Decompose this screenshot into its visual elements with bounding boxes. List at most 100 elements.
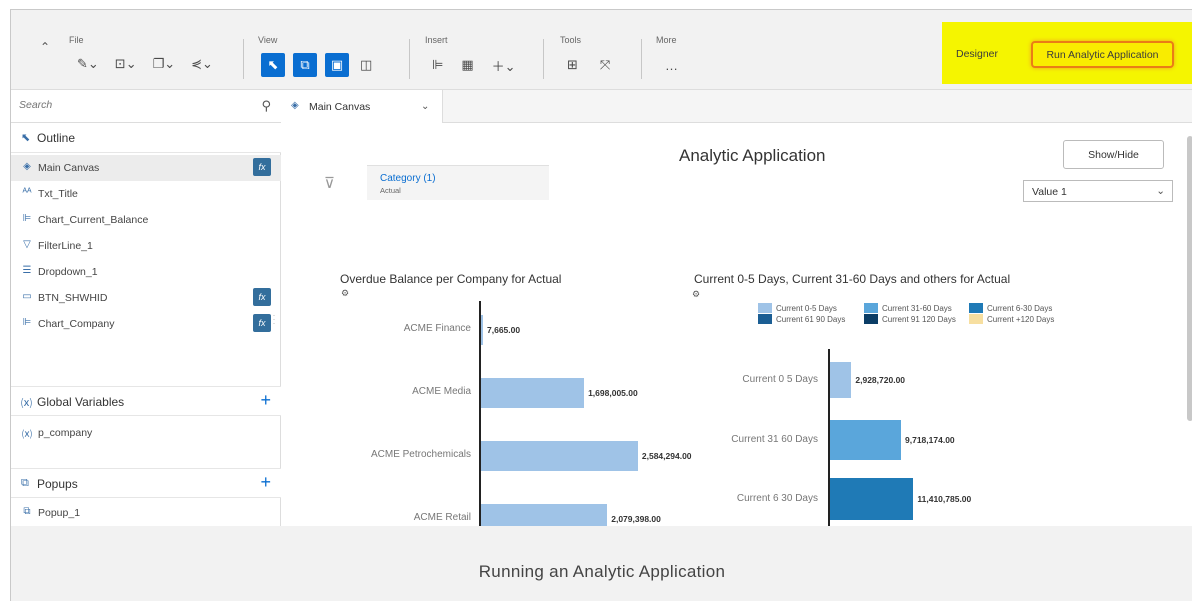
outline-toggle-icon[interactable]: ⬉: [261, 53, 285, 77]
legend-label: Current 91 120 Days: [882, 314, 956, 324]
styling-toggle-icon[interactable]: ⧉: [293, 53, 317, 77]
outline-label: Outline: [37, 131, 76, 145]
category-label: ACME Media: [412, 386, 471, 397]
chart-bar: [481, 378, 585, 408]
legend-item: Current 31-60 Days: [864, 303, 952, 313]
designer-button[interactable]: Designer: [956, 48, 998, 60]
value-dropdown[interactable]: Value 1 ⌄: [1023, 180, 1173, 202]
view-group-label: View: [258, 35, 278, 45]
search-input[interactable]: [19, 99, 239, 111]
tab-label: Main Canvas: [309, 101, 371, 113]
fx-script-icon[interactable]: fx: [253, 288, 271, 306]
global-variables-label: Global Variables: [37, 395, 125, 409]
global-variables-header[interactable]: ⒳ Global Variables +: [11, 386, 281, 416]
legend-swatch: [969, 303, 983, 313]
chart-bar: [481, 441, 638, 471]
popup-icon: ⧉: [21, 477, 29, 489]
button-icon: ▭: [22, 291, 32, 302]
popup-icon: ⧉: [23, 506, 31, 517]
chart-bar: [830, 420, 902, 460]
filter-title: Category (1): [380, 173, 436, 184]
outline-item-label: BTN_SHWHID: [38, 292, 108, 304]
outline-header[interactable]: ⬉ Outline: [11, 123, 281, 153]
chart-icon: ⊫: [22, 317, 32, 328]
divider: [243, 39, 244, 79]
legend-swatch: [864, 303, 878, 313]
outline-item-btn-shwhid[interactable]: ▭ BTN_SHWHID fx: [11, 285, 281, 311]
show-hide-button[interactable]: Show/Hide: [1063, 140, 1164, 169]
tools-icons: ⊞ ⤧: [564, 53, 613, 77]
filter-value: Actual: [380, 186, 401, 195]
tab-main-canvas[interactable]: ◈ Main Canvas ⌄: [281, 90, 443, 123]
outline-item-label: Chart_Current_Balance: [38, 214, 149, 226]
insert-more-icon[interactable]: ＋⌄: [489, 53, 519, 77]
copy-icon[interactable]: ❐⌄: [150, 52, 179, 76]
variable-icon: ⒳: [21, 398, 32, 410]
caption-bar: Running an Analytic Application: [11, 526, 1192, 601]
divider: [543, 39, 544, 79]
calculator-icon[interactable]: ⊞: [564, 53, 581, 77]
legend-swatch: [969, 314, 983, 324]
outline-item-dropdown[interactable]: ☰ Dropdown_1: [11, 259, 281, 285]
share-icon[interactable]: ⋞⌄: [188, 52, 216, 76]
outline-item-txt-title[interactable]: ᴬᴬ Txt_Title: [11, 181, 281, 207]
filter-line-icon[interactable]: ⊽: [324, 174, 335, 192]
insert-chart-icon[interactable]: ⊫: [429, 53, 446, 77]
tools-group-label: Tools: [560, 35, 582, 45]
outline-item-label: Chart_Company: [38, 318, 115, 330]
search-icon[interactable]: ⚲: [261, 98, 271, 114]
data-label: 7,665.00: [487, 325, 521, 335]
legend-label: Current +120 Days: [987, 314, 1055, 324]
chevron-down-icon[interactable]: ⌄: [421, 101, 429, 112]
panel-toggle-icon[interactable]: ▣: [325, 53, 349, 77]
popup-item-popup-1[interactable]: ⧉ Popup_1: [11, 500, 281, 526]
add-popup-icon[interactable]: +: [260, 472, 271, 493]
legend-swatch: [864, 314, 878, 324]
data-label: 2,584,294.00: [641, 451, 692, 461]
legend-swatch: [758, 314, 772, 324]
add-variable-icon[interactable]: +: [260, 390, 271, 411]
data-label: 2,079,398.00: [611, 514, 661, 524]
view-icons: ⬉ ⧉ ▣ ◫: [261, 53, 375, 77]
collapse-caret-icon[interactable]: ⌃: [40, 40, 50, 54]
legend-label: Current 61 90 Days: [776, 314, 846, 324]
category-label: Current 6 30 Days: [736, 493, 818, 504]
canvas-icon: ◈: [291, 100, 299, 111]
divider: [641, 39, 642, 79]
category-label: Current 0 5 Days: [742, 374, 818, 385]
run-analytic-application-button[interactable]: Run Analytic Application: [1031, 41, 1174, 68]
chart-settings-icon[interactable]: ⚙: [692, 289, 700, 300]
outline-item-chart-company[interactable]: ⊫ Chart_Company fx: [11, 311, 281, 337]
fx-script-icon[interactable]: fx: [253, 314, 271, 332]
chart-icon: ⊫: [22, 213, 32, 224]
filter-token[interactable]: Category (1) Actual: [367, 165, 549, 200]
insert-table-icon[interactable]: ▦: [458, 53, 476, 77]
save-icon[interactable]: ⊡⌄: [112, 52, 140, 76]
outline-icon: ⬉: [21, 132, 31, 144]
edit-icon[interactable]: ✎⌄: [74, 52, 102, 76]
category-label: ACME Petrochemicals: [370, 449, 471, 460]
dropdown-icon: ☰: [22, 265, 32, 276]
outline-item-chart-current-balance[interactable]: ⊫ Chart_Current_Balance: [11, 207, 281, 233]
sidebar: ⚲ ⬉ Outline ◈ Main Canvas fx ᴬᴬ Txt_Titl…: [11, 90, 281, 526]
chart-title: Overdue Balance per Company for Actual: [340, 272, 562, 286]
outline-item-filterline[interactable]: ▽ FilterLine_1: [11, 233, 281, 259]
fx-script-icon[interactable]: fx: [253, 158, 271, 176]
variable-item-p-company[interactable]: ⒳ p_company: [11, 420, 281, 446]
text-icon: ᴬᴬ: [22, 187, 32, 198]
resize-handle-icon[interactable]: · · ·: [273, 313, 277, 327]
preview-icon[interactable]: ◫: [357, 53, 375, 77]
more-group-label: More: [656, 35, 677, 45]
outline-item-main-canvas[interactable]: ◈ Main Canvas fx: [11, 155, 281, 181]
legend-label: Current 0-5 Days: [776, 303, 837, 313]
chart-settings-icon[interactable]: ⚙: [341, 288, 349, 299]
scrollbar[interactable]: [1187, 136, 1192, 421]
category-label: ACME Retail: [413, 512, 471, 523]
canvas-area: Analytic Application Show/Hide Value 1 ⌄…: [281, 123, 1192, 526]
more-overflow-icon[interactable]: …: [662, 53, 681, 77]
caption: Running an Analytic Application: [478, 562, 726, 581]
popups-header[interactable]: ⧉ Popups +: [11, 468, 281, 498]
category-label: ACME Finance: [403, 323, 471, 334]
expand-icon[interactable]: ⤧: [597, 53, 613, 77]
chart-bar: [481, 315, 483, 345]
